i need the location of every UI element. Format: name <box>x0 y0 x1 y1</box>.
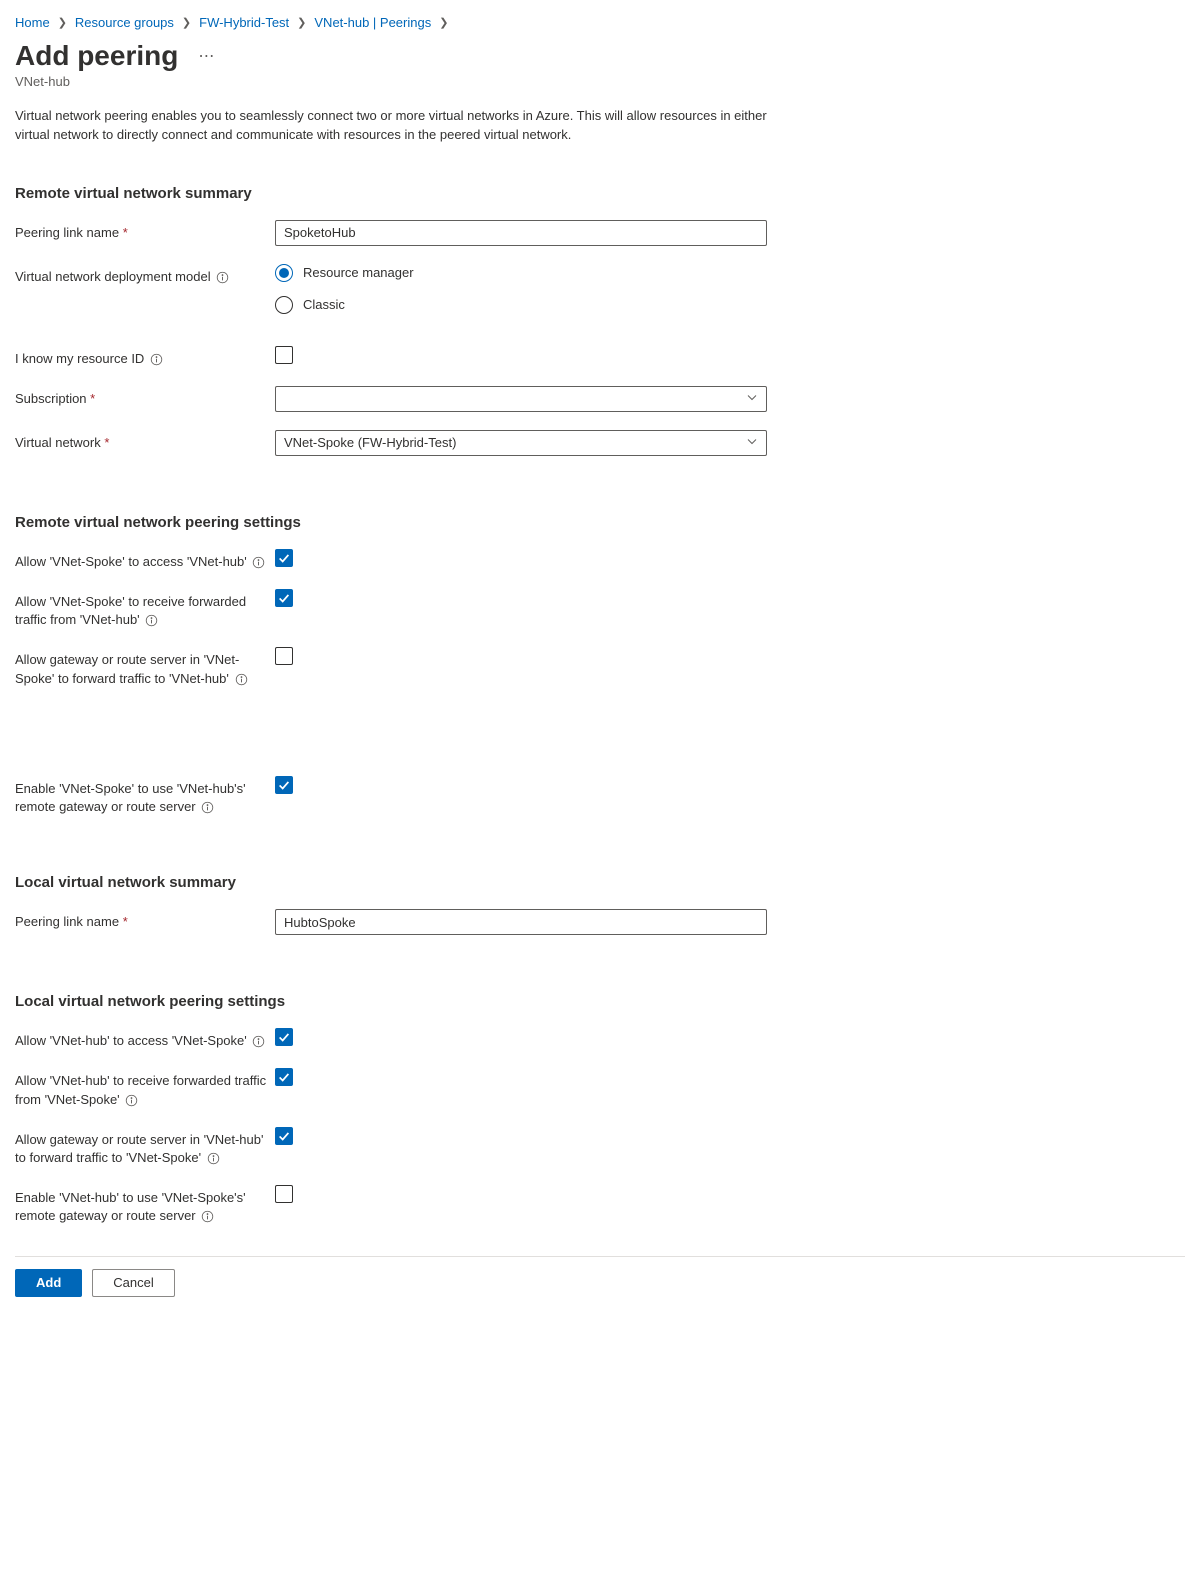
chevron-down-icon <box>746 391 758 406</box>
deployment-model-resource-manager[interactable]: Resource manager <box>275 264 767 282</box>
remote-peering-link-name-input[interactable] <box>275 220 767 246</box>
know-resource-id-checkbox[interactable] <box>275 346 293 364</box>
remote-summary-heading: Remote virtual network summary <box>15 185 1185 202</box>
breadcrumb-fw-hybrid-test[interactable]: FW-Hybrid-Test <box>199 15 289 30</box>
page-title: Add peering <box>15 40 178 72</box>
info-icon[interactable] <box>201 1210 214 1223</box>
remote-allow-forwarded-checkbox[interactable] <box>275 589 293 607</box>
chevron-right-icon: ❯ <box>182 16 191 29</box>
breadcrumb-vnet-hub-peerings[interactable]: VNet-hub | Peerings <box>314 15 431 30</box>
more-actions-icon[interactable]: ⋯ <box>198 46 215 66</box>
local-peering-link-name-label: Peering link name * <box>15 909 275 931</box>
remote-allow-gateway-label: Allow gateway or route server in 'VNet-S… <box>15 647 275 687</box>
info-icon[interactable] <box>235 673 248 686</box>
remote-settings-heading: Remote virtual network peering settings <box>15 514 1185 531</box>
info-icon[interactable] <box>216 271 229 284</box>
local-use-remote-gateway-checkbox[interactable] <box>275 1185 293 1203</box>
subscription-label: Subscription * <box>15 386 275 408</box>
page-subtitle: VNet-hub <box>15 74 1185 89</box>
info-icon[interactable] <box>125 1094 138 1107</box>
virtual-network-dropdown[interactable]: VNet-Spoke (FW-Hybrid-Test) <box>275 430 767 456</box>
cancel-button[interactable]: Cancel <box>92 1269 174 1297</box>
local-settings-heading: Local virtual network peering settings <box>15 993 1185 1010</box>
remote-allow-gateway-checkbox[interactable] <box>275 647 293 665</box>
local-allow-forwarded-label: Allow 'VNet-hub' to receive forwarded tr… <box>15 1068 275 1108</box>
info-icon[interactable] <box>252 556 265 569</box>
local-allow-access-checkbox[interactable] <box>275 1028 293 1046</box>
info-icon[interactable] <box>145 614 158 627</box>
local-allow-access-label: Allow 'VNet-hub' to access 'VNet-Spoke' <box>15 1028 275 1050</box>
remote-allow-forwarded-label: Allow 'VNet-Spoke' to receive forwarded … <box>15 589 275 629</box>
chevron-down-icon <box>746 435 758 450</box>
deployment-model-classic[interactable]: Classic <box>275 296 767 314</box>
deployment-model-label: Virtual network deployment model <box>15 264 275 286</box>
local-allow-gateway-checkbox[interactable] <box>275 1127 293 1145</box>
local-allow-gateway-label: Allow gateway or route server in 'VNet-h… <box>15 1127 275 1167</box>
page-description: Virtual network peering enables you to s… <box>15 107 775 145</box>
breadcrumb-home[interactable]: Home <box>15 15 50 30</box>
info-icon[interactable] <box>207 1152 220 1165</box>
radio-unselected-icon <box>275 296 293 314</box>
remote-use-remote-gateway-checkbox[interactable] <box>275 776 293 794</box>
virtual-network-label: Virtual network * <box>15 430 275 452</box>
remote-allow-access-checkbox[interactable] <box>275 549 293 567</box>
local-allow-forwarded-checkbox[interactable] <box>275 1068 293 1086</box>
remote-use-remote-gateway-label: Enable 'VNet-Spoke' to use 'VNet-hub's' … <box>15 776 275 816</box>
add-button[interactable]: Add <box>15 1269 82 1297</box>
know-resource-id-label: I know my resource ID <box>15 346 275 368</box>
chevron-right-icon: ❯ <box>297 16 306 29</box>
local-summary-heading: Local virtual network summary <box>15 874 1185 891</box>
breadcrumb: Home ❯ Resource groups ❯ FW-Hybrid-Test … <box>15 15 1185 30</box>
info-icon[interactable] <box>201 801 214 814</box>
info-icon[interactable] <box>252 1035 265 1048</box>
footer: Add Cancel <box>15 1256 1185 1309</box>
breadcrumb-resource-groups[interactable]: Resource groups <box>75 15 174 30</box>
chevron-right-icon: ❯ <box>439 16 448 29</box>
info-icon[interactable] <box>150 353 163 366</box>
remote-allow-access-label: Allow 'VNet-Spoke' to access 'VNet-hub' <box>15 549 275 571</box>
subscription-dropdown[interactable] <box>275 386 767 412</box>
local-peering-link-name-input[interactable] <box>275 909 767 935</box>
remote-peering-link-name-label: Peering link name * <box>15 220 275 242</box>
chevron-right-icon: ❯ <box>58 16 67 29</box>
radio-selected-icon <box>275 264 293 282</box>
local-use-remote-gateway-label: Enable 'VNet-hub' to use 'VNet-Spoke's' … <box>15 1185 275 1225</box>
